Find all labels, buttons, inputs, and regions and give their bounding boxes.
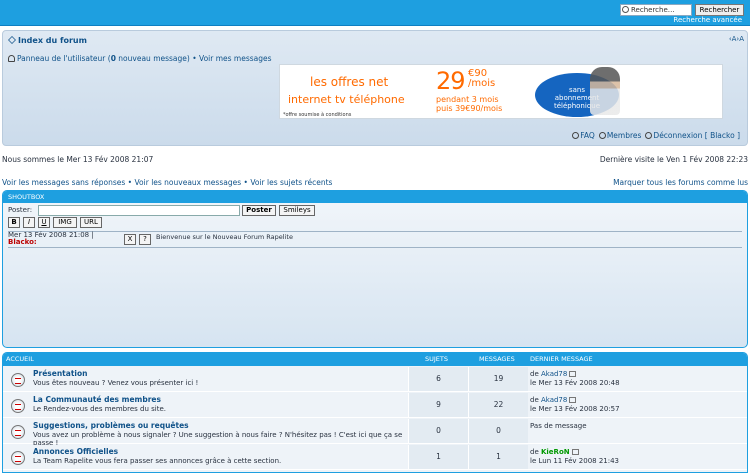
members-icon — [598, 132, 606, 139]
forum-status-icon — [11, 399, 25, 413]
bold-button[interactable]: B — [8, 217, 20, 228]
shout-author[interactable]: Blacko: — [8, 238, 37, 246]
font-resize-control[interactable]: ‹A›A — [729, 35, 744, 43]
current-time: Nous sommes le Mer 13 Fév 2008 21:07 — [2, 155, 154, 164]
user-panel-line: Panneau de l'utilisateur (0 nouveau mess… — [8, 54, 272, 63]
shout-input[interactable] — [38, 205, 240, 216]
logout-link[interactable]: Déconnexion [ Blacko ] — [653, 131, 740, 140]
home-icon — [8, 36, 16, 44]
forum-title-link[interactable]: Annonces Officielles — [33, 447, 118, 456]
active-topics-link[interactable]: Voir les sujets récents — [250, 178, 332, 187]
post-shout-button[interactable]: Poster — [242, 205, 276, 216]
shoutbox: SHOUTBOX Poster: Poster Smileys B I U IM… — [2, 190, 748, 348]
category-title[interactable]: ACCUEIL — [6, 353, 34, 366]
search-button[interactable]: Rechercher — [695, 4, 744, 16]
no-posts-label: Pas de message — [530, 422, 587, 430]
forum-row: Suggestions, problèmes ou requêtes Vous … — [3, 419, 747, 447]
last-visit: Dernière visite le Ven 1 Fév 2008 22:23 — [599, 155, 748, 164]
view-messages-link[interactable]: Voir mes messages — [199, 54, 272, 63]
search-icon — [622, 6, 629, 13]
view-latest-post-icon[interactable] — [569, 371, 577, 377]
quick-links: FAQ Membres Déconnexion [ Blacko ] — [568, 131, 740, 140]
forum-status-icon — [11, 425, 25, 439]
search-links: Voir les messages sans réponses • Voir l… — [2, 178, 333, 187]
forum-header: ACCUEIL SUJETS MESSAGES DERNIER MESSAGE — [3, 353, 747, 366]
underline-button[interactable]: U — [38, 217, 50, 228]
view-latest-post-icon[interactable] — [569, 397, 577, 403]
members-link[interactable]: Membres — [607, 131, 642, 140]
smileys-button[interactable]: Smileys — [279, 205, 315, 216]
forum-status-icon — [11, 451, 25, 465]
power-icon — [645, 132, 653, 139]
forum-title-link[interactable]: Suggestions, problèmes ou requêtes — [33, 421, 189, 430]
mark-all-read-link[interactable]: Marquer tous les forums comme lus — [613, 178, 748, 187]
view-latest-post-icon[interactable] — [571, 449, 579, 455]
delete-shout-button[interactable]: X — [124, 234, 136, 245]
url-button[interactable]: URL — [80, 217, 102, 228]
ad-person-image — [590, 67, 620, 115]
image-button[interactable]: IMG — [53, 217, 77, 228]
forum-index-link[interactable]: Index du forum — [8, 36, 87, 45]
forum-row: Présentation Vous êtes nouveau ? Venez v… — [3, 367, 747, 392]
shout-info-button[interactable]: ? — [139, 234, 151, 245]
user-icon — [8, 55, 15, 62]
italic-button[interactable]: I — [23, 217, 35, 228]
faq-link[interactable]: FAQ — [580, 131, 595, 140]
forum-status-icon — [11, 373, 25, 387]
forum-title-link[interactable]: Présentation — [33, 369, 87, 378]
last-post-author[interactable]: Akad78 — [541, 396, 567, 404]
search-input[interactable]: Recherche… — [620, 4, 692, 16]
forum-row: La Communauté des membres Le Rendez-vous… — [3, 393, 747, 418]
shoutbox-title: SHOUTBOX — [3, 191, 747, 203]
forum-row: Annonces Officielles La Team Rapelite vo… — [3, 445, 747, 470]
last-post-author[interactable]: Akad78 — [541, 370, 567, 378]
advertisement-banner[interactable]: les offres net internet tv téléphone 29 … — [279, 64, 723, 119]
advanced-search-link[interactable]: Recherche avancée — [673, 16, 742, 24]
forum-title-link[interactable]: La Communauté des membres — [33, 395, 161, 404]
user-panel-link[interactable]: Panneau de l'utilisateur ( — [17, 54, 111, 63]
forum-list: ACCUEIL SUJETS MESSAGES DERNIER MESSAGE … — [2, 352, 748, 473]
new-posts-link[interactable]: Voir les nouveaux messages — [135, 178, 242, 187]
help-icon — [572, 132, 580, 139]
unanswered-link[interactable]: Voir les messages sans réponses — [2, 178, 125, 187]
last-post-author[interactable]: KieRoN — [541, 448, 570, 456]
shout-message: Bienvenue sur le Nouveau Forum Rapelite — [156, 233, 293, 241]
